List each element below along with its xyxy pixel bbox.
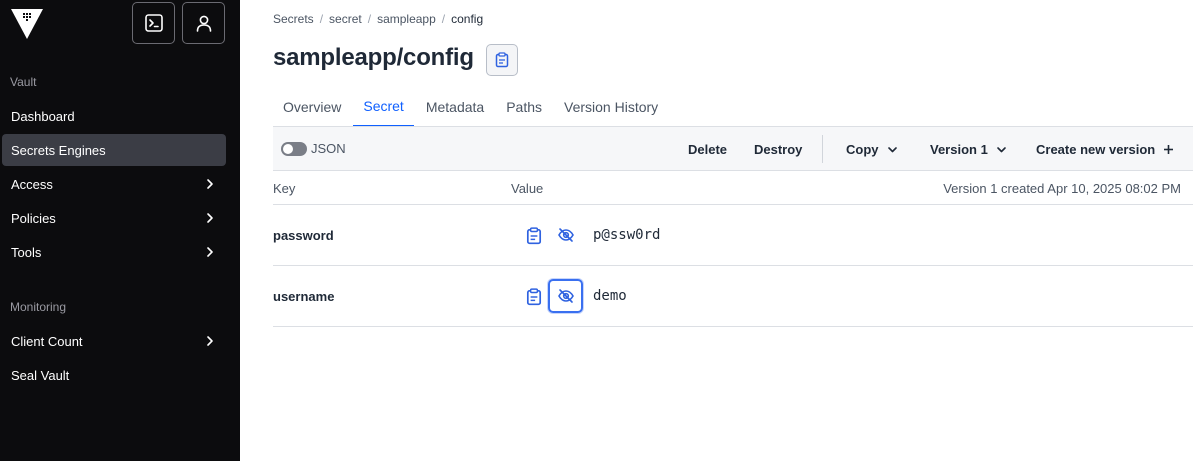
sidebar-item-label: Policies [11, 210, 56, 226]
version-dropdown-button[interactable]: Version 1 [930, 127, 1007, 171]
tab-metadata[interactable]: Metadata [416, 87, 494, 127]
sidebar-item-label: Tools [11, 244, 42, 260]
chevron-right-icon [207, 336, 213, 346]
delete-button[interactable]: Delete [688, 127, 727, 171]
sidebar-item-access[interactable]: Access [2, 168, 226, 200]
version-created-info: Version 1 created Apr 10, 2025 08:02 PM [943, 181, 1181, 196]
sidebar-item-secrets-engines[interactable]: Secrets Engines [2, 134, 226, 166]
console-button[interactable] [132, 2, 175, 44]
breadcrumb-separator: / [319, 12, 324, 26]
column-header-value: Value [511, 181, 544, 196]
breadcrumb-separator: / [441, 12, 446, 26]
create-new-version-label: Create new version [1036, 141, 1156, 157]
breadcrumb-config: config [451, 12, 484, 26]
eye-off-icon [557, 289, 574, 303]
user-menu-button[interactable] [182, 2, 225, 44]
column-header-key: Key [273, 181, 296, 196]
chevron-right-icon [207, 247, 213, 257]
breadcrumb-separator: / [367, 12, 372, 26]
toggle-switch[interactable] [281, 141, 307, 156]
sidebar-item-label: Dashboard [11, 108, 75, 124]
copy-path-button[interactable] [486, 44, 518, 76]
breadcrumb-sampleapp[interactable]: sampleapp [377, 12, 436, 26]
user-icon [196, 15, 211, 32]
page-title: sampleapp/config [273, 44, 474, 71]
table-header: Key Value Version 1 created Apr 10, 2025… [273, 171, 1193, 205]
clipboard-icon[interactable] [525, 288, 543, 306]
tab-version-history[interactable]: Version History [554, 87, 668, 127]
sidebar-item-policies[interactable]: Policies [2, 202, 226, 234]
version-dropdown-label: Version 1 [930, 141, 988, 157]
json-toggle-label: JSON [311, 141, 346, 156]
create-new-version-button[interactable]: Create new version [1036, 127, 1174, 171]
sidebar-item-label: Client Count [11, 333, 83, 349]
secret-value: p@ssw0rd [593, 227, 661, 243]
tab-secret[interactable]: Secret [353, 87, 414, 127]
sidebar-item-client-count[interactable]: Client Count [2, 325, 226, 357]
tab-bar: Overview Secret Metadata Paths Version H… [273, 87, 670, 127]
chevron-down-icon [887, 146, 897, 152]
nav-section-monitoring: Monitoring [10, 300, 67, 314]
tab-overview[interactable]: Overview [273, 87, 351, 127]
table-row: password p@ssw0rd [273, 205, 1193, 266]
sidebar-item-label: Access [11, 176, 53, 192]
secret-value: demo [593, 288, 627, 304]
tab-paths[interactable]: Paths [496, 87, 552, 127]
sidebar-item-dashboard[interactable]: Dashboard [2, 100, 226, 132]
terminal-icon [144, 14, 163, 32]
toggle-visibility-button[interactable] [548, 218, 583, 252]
sidebar-item-seal-vault[interactable]: Seal Vault [2, 359, 226, 391]
breadcrumb: Secrets / secret / sampleapp / config [273, 12, 483, 26]
eye-off-icon [557, 228, 574, 242]
secret-key: username [273, 289, 335, 304]
clipboard-icon [495, 52, 509, 68]
toolbar-divider [822, 135, 823, 163]
destroy-button[interactable]: Destroy [754, 127, 802, 171]
secret-toolbar: JSON Delete Destroy Copy Version 1 Creat… [273, 126, 1193, 171]
sidebar-item-label: Seal Vault [11, 367, 70, 383]
table-row: username demo [273, 266, 1193, 327]
nav-section-vault: Vault [10, 75, 37, 89]
sidebar-item-tools[interactable]: Tools [2, 236, 226, 268]
toggle-visibility-button[interactable] [548, 279, 583, 313]
json-toggle[interactable]: JSON [281, 141, 346, 156]
chevron-right-icon [207, 213, 213, 223]
breadcrumb-secret[interactable]: secret [329, 12, 362, 26]
chevron-down-icon [997, 146, 1006, 152]
clipboard-icon[interactable] [525, 227, 543, 245]
breadcrumb-secrets[interactable]: Secrets [273, 12, 314, 26]
chevron-right-icon [207, 179, 213, 189]
plus-icon [1164, 144, 1174, 154]
sidebar-item-label: Secrets Engines [11, 142, 106, 158]
copy-dropdown-label: Copy [846, 141, 879, 157]
sidebar: Vault Dashboard Secrets Engines Access P… [0, 0, 240, 461]
secret-key: password [273, 228, 334, 243]
copy-dropdown-button[interactable]: Copy [846, 127, 898, 171]
vault-logo-icon[interactable] [10, 6, 44, 40]
